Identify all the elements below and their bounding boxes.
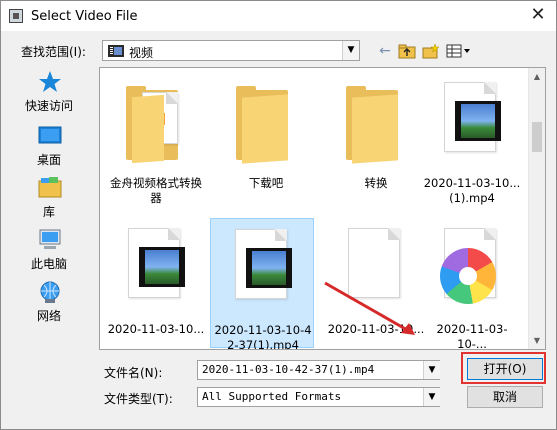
file-label: 2020-11-03-10... (1).mp4 xyxy=(423,176,521,205)
video-folder-icon xyxy=(108,45,124,57)
network-icon xyxy=(40,281,60,303)
place-label: 库 xyxy=(42,205,55,219)
scroll-thumb[interactable] xyxy=(532,122,542,152)
vertical-scrollbar[interactable]: ▲ ▼ xyxy=(528,68,545,349)
folder-item-zhuanhuan[interactable]: 转换 xyxy=(324,72,428,202)
view-menu-icon[interactable] xyxy=(445,40,475,62)
up-folder-icon[interactable] xyxy=(397,40,417,62)
toolbar: ← xyxy=(373,40,483,62)
blank-file-icon xyxy=(340,226,412,316)
folder-item-xiazaiba[interactable]: 下载吧 xyxy=(214,72,318,202)
video-file-icon xyxy=(436,80,508,170)
open-button[interactable]: 打开(O) xyxy=(467,358,543,380)
place-label: 快速访问 xyxy=(24,99,73,113)
file-label: 金舟视频格式转换 器 xyxy=(110,176,202,205)
back-arrow-icon[interactable]: ← xyxy=(375,40,395,62)
desktop-icon xyxy=(38,126,62,144)
look-in-combo[interactable]: 视频 ▼ xyxy=(102,40,360,61)
folder-icon xyxy=(120,80,192,170)
place-label: 网络 xyxy=(36,309,61,323)
places-bar: 快速访问 桌面 库 此电脑 网络 xyxy=(13,67,85,349)
filename-input[interactable]: 2020-11-03-10-42-37(1).mp4 xyxy=(197,360,440,380)
file-item-video-1[interactable]: 2020-11-03-10... (1).mp4 xyxy=(420,72,524,205)
file-label: 2020-11-03-10-... xyxy=(436,322,508,350)
place-quick-access[interactable]: 快速访问 xyxy=(13,67,85,119)
file-label: 下载吧 xyxy=(248,176,284,190)
place-label: 此电脑 xyxy=(30,257,67,271)
place-label: 桌面 xyxy=(36,153,61,167)
place-this-pc[interactable]: 此电脑 xyxy=(13,225,85,277)
look-in-value: 视频 xyxy=(129,46,154,60)
filetype-label: 文件类型(T): xyxy=(104,392,173,406)
file-label: 2020-11-03-10... xyxy=(107,322,205,336)
folder-item-jinzhou[interactable]: 金舟视频格式转换 器 xyxy=(104,72,208,205)
file-item-video-2[interactable]: 2020-11-03-10... xyxy=(104,218,208,348)
video-file-icon xyxy=(120,226,192,316)
file-label: 2020-11-03-10... xyxy=(327,322,425,336)
new-folder-icon[interactable] xyxy=(421,40,441,62)
file-item-app[interactable]: 2020-11-03-10-... xyxy=(420,218,524,350)
filetype-select[interactable]: All Supported Formats xyxy=(197,387,440,407)
place-library[interactable]: 库 xyxy=(13,173,85,225)
scroll-up-icon[interactable]: ▲ xyxy=(529,68,545,85)
folder-icon xyxy=(340,80,412,170)
place-desktop[interactable]: 桌面 xyxy=(13,121,85,173)
select-video-dialog: Select Video File ✕ 查找范围(I): 视频 ▼ ← 快速访问… xyxy=(0,0,557,430)
filename-label: 文件名(N): xyxy=(104,366,163,380)
window-title: Select Video File xyxy=(31,9,138,24)
file-item-blank[interactable]: 2020-11-03-10... xyxy=(324,218,428,348)
chevron-down-icon[interactable]: ▼ xyxy=(423,361,440,379)
scroll-down-icon[interactable]: ▼ xyxy=(529,332,545,349)
video-file-icon xyxy=(227,227,299,317)
file-label: 2020-11-03-10-42-37(1).mp4 xyxy=(214,323,312,350)
chevron-down-icon[interactable]: ▼ xyxy=(342,41,359,60)
cancel-button[interactable]: 取消 xyxy=(467,386,543,408)
star-icon xyxy=(39,71,61,92)
file-item-video-selected[interactable]: 2020-11-03-10-42-37(1).mp4 xyxy=(210,218,314,350)
chevron-down-icon[interactable]: ▼ xyxy=(423,388,440,406)
close-button[interactable]: ✕ xyxy=(528,5,548,25)
title-bar: Select Video File ✕ xyxy=(1,1,556,31)
folder-icon xyxy=(230,80,302,170)
place-network[interactable]: 网络 xyxy=(13,277,85,329)
library-icon xyxy=(38,177,62,198)
app-pinwheel-icon xyxy=(436,226,508,316)
look-in-label: 查找范围(I): xyxy=(21,45,86,59)
file-label: 转换 xyxy=(364,176,388,190)
app-icon xyxy=(9,9,23,23)
file-list-pane[interactable]: 金舟视频格式转换 器 下载吧 转换 2020-11-03-10... (1).m… xyxy=(99,67,546,350)
computer-icon xyxy=(39,229,61,249)
